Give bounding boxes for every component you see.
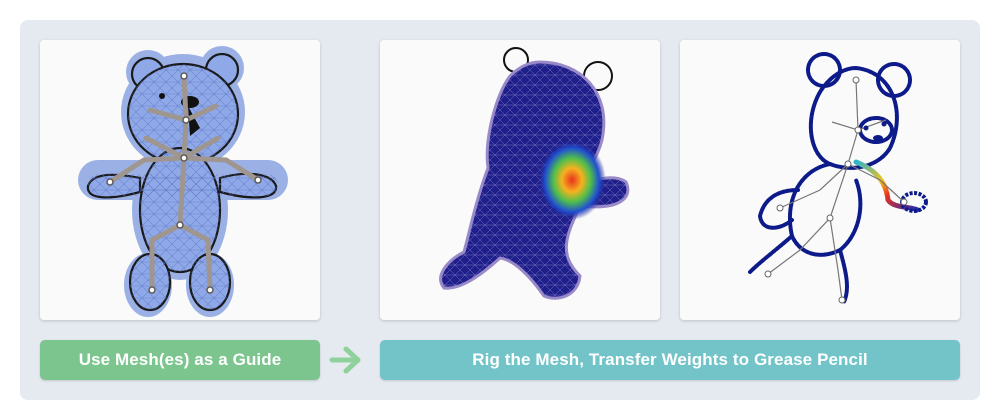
step-2-label: Rig the Mesh, Transfer Weights to Grease… bbox=[380, 340, 960, 380]
mesh-guide-panel bbox=[40, 40, 320, 320]
grease-pencil-bear-illustration bbox=[748, 52, 928, 304]
mesh-guide-bear-illustration bbox=[78, 46, 288, 317]
step-1-label: Use Mesh(es) as a Guide bbox=[40, 340, 320, 380]
grease-pencil-panel bbox=[680, 40, 960, 320]
right-arrow-icon bbox=[329, 346, 361, 374]
weight-paint-panel bbox=[380, 40, 660, 320]
weight-painted-bear-illustration bbox=[439, 47, 630, 300]
